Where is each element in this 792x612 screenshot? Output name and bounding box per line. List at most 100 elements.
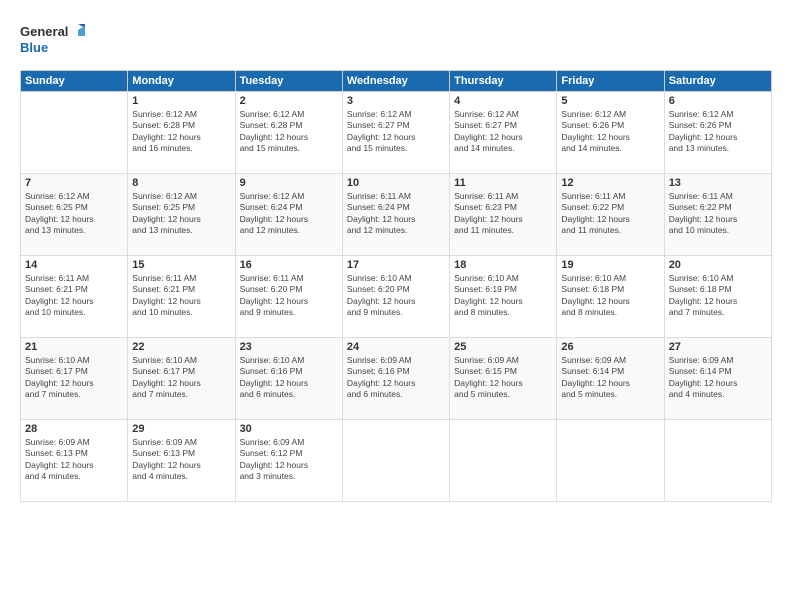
calendar-cell: 23 Sunrise: 6:10 AM Sunset: 6:16 PM Dayli…: [235, 338, 342, 420]
day-info: Sunrise: 6:12 AM Sunset: 6:28 PM Dayligh…: [132, 109, 230, 155]
day-info: Sunrise: 6:11 AM Sunset: 6:22 PM Dayligh…: [669, 191, 767, 237]
calendar-cell: 21 Sunrise: 6:10 AM Sunset: 6:17 PM Dayli…: [21, 338, 128, 420]
day-info: Sunrise: 6:11 AM Sunset: 6:20 PM Dayligh…: [240, 273, 338, 319]
weekday-header-friday: Friday: [557, 71, 664, 92]
day-number: 13: [669, 177, 767, 189]
day-info: Sunrise: 6:12 AM Sunset: 6:25 PM Dayligh…: [25, 191, 123, 237]
calendar-cell: 16 Sunrise: 6:11 AM Sunset: 6:20 PM Dayli…: [235, 256, 342, 338]
calendar-cell: 24 Sunrise: 6:09 AM Sunset: 6:16 PM Dayli…: [342, 338, 449, 420]
logo-svg: General Blue: [20, 18, 90, 60]
calendar-cell: 19Sunrise: 6:10 AM Sunset: 6:18 PM Dayli…: [557, 256, 664, 338]
day-info: Sunrise: 6:11 AM Sunset: 6:21 PM Dayligh…: [132, 273, 230, 319]
day-number: 3: [347, 95, 445, 107]
calendar-cell: 8Sunrise: 6:12 AM Sunset: 6:25 PM Daylig…: [128, 174, 235, 256]
calendar-cell: 22 Sunrise: 6:10 AM Sunset: 6:17 PM Dayli…: [128, 338, 235, 420]
week-row-1: 1 Sunrise: 6:12 AM Sunset: 6:28 PM Daylig…: [21, 92, 772, 174]
calendar-cell: 3 Sunrise: 6:12 AM Sunset: 6:27 PM Daylig…: [342, 92, 449, 174]
calendar-cell: [21, 92, 128, 174]
day-number: 26: [561, 341, 659, 353]
day-number: 12: [561, 177, 659, 189]
day-info: Sunrise: 6:10 AM Sunset: 6:18 PM Dayligh…: [561, 273, 659, 319]
weekday-header-tuesday: Tuesday: [235, 71, 342, 92]
day-number: 23: [240, 341, 338, 353]
day-info: Sunrise: 6:10 AM Sunset: 6:17 PM Dayligh…: [25, 355, 123, 401]
day-info: Sunrise: 6:12 AM Sunset: 6:28 PM Dayligh…: [240, 109, 338, 155]
week-row-4: 21 Sunrise: 6:10 AM Sunset: 6:17 PM Dayli…: [21, 338, 772, 420]
day-info: Sunrise: 6:12 AM Sunset: 6:27 PM Dayligh…: [347, 109, 445, 155]
weekday-header-monday: Monday: [128, 71, 235, 92]
day-info: Sunrise: 6:09 AM Sunset: 6:15 PM Dayligh…: [454, 355, 552, 401]
calendar-cell: 1 Sunrise: 6:12 AM Sunset: 6:28 PM Daylig…: [128, 92, 235, 174]
day-info: Sunrise: 6:09 AM Sunset: 6:13 PM Dayligh…: [25, 437, 123, 483]
logo: General Blue: [20, 18, 90, 60]
calendar-cell: [450, 420, 557, 502]
calendar-cell: [557, 420, 664, 502]
calendar-cell: [342, 420, 449, 502]
day-number: 2: [240, 95, 338, 107]
day-number: 10: [347, 177, 445, 189]
day-info: Sunrise: 6:09 AM Sunset: 6:13 PM Dayligh…: [132, 437, 230, 483]
day-info: Sunrise: 6:10 AM Sunset: 6:19 PM Dayligh…: [454, 273, 552, 319]
week-row-2: 7 Sunrise: 6:12 AM Sunset: 6:25 PM Daylig…: [21, 174, 772, 256]
calendar-cell: 4Sunrise: 6:12 AM Sunset: 6:27 PM Daylig…: [450, 92, 557, 174]
calendar-cell: 9Sunrise: 6:12 AM Sunset: 6:24 PM Daylig…: [235, 174, 342, 256]
day-info: Sunrise: 6:10 AM Sunset: 6:18 PM Dayligh…: [669, 273, 767, 319]
day-number: 20: [669, 259, 767, 271]
calendar-cell: 2 Sunrise: 6:12 AM Sunset: 6:28 PM Daylig…: [235, 92, 342, 174]
day-info: Sunrise: 6:10 AM Sunset: 6:17 PM Dayligh…: [132, 355, 230, 401]
day-info: Sunrise: 6:10 AM Sunset: 6:16 PM Dayligh…: [240, 355, 338, 401]
page: General Blue SundayMondayTuesdayWednesda…: [0, 0, 792, 612]
week-row-5: 28Sunrise: 6:09 AM Sunset: 6:13 PM Dayli…: [21, 420, 772, 502]
weekday-header-saturday: Saturday: [664, 71, 771, 92]
day-info: Sunrise: 6:12 AM Sunset: 6:27 PM Dayligh…: [454, 109, 552, 155]
day-number: 1: [132, 95, 230, 107]
day-number: 7: [25, 177, 123, 189]
day-number: 15: [132, 259, 230, 271]
calendar: SundayMondayTuesdayWednesdayThursdayFrid…: [20, 70, 772, 502]
day-info: Sunrise: 6:11 AM Sunset: 6:23 PM Dayligh…: [454, 191, 552, 237]
svg-text:General: General: [20, 24, 68, 39]
weekday-header-wednesday: Wednesday: [342, 71, 449, 92]
day-number: 22: [132, 341, 230, 353]
day-number: 17: [347, 259, 445, 271]
day-info: Sunrise: 6:11 AM Sunset: 6:21 PM Dayligh…: [25, 273, 123, 319]
calendar-cell: 13 Sunrise: 6:11 AM Sunset: 6:22 PM Dayli…: [664, 174, 771, 256]
calendar-cell: 28Sunrise: 6:09 AM Sunset: 6:13 PM Dayli…: [21, 420, 128, 502]
day-info: Sunrise: 6:10 AM Sunset: 6:20 PM Dayligh…: [347, 273, 445, 319]
day-number: 24: [347, 341, 445, 353]
calendar-cell: 29 Sunrise: 6:09 AM Sunset: 6:13 PM Dayli…: [128, 420, 235, 502]
calendar-cell: 15 Sunrise: 6:11 AM Sunset: 6:21 PM Dayli…: [128, 256, 235, 338]
day-info: Sunrise: 6:09 AM Sunset: 6:14 PM Dayligh…: [561, 355, 659, 401]
day-number: 25: [454, 341, 552, 353]
day-info: Sunrise: 6:11 AM Sunset: 6:24 PM Dayligh…: [347, 191, 445, 237]
day-info: Sunrise: 6:11 AM Sunset: 6:22 PM Dayligh…: [561, 191, 659, 237]
calendar-cell: 5Sunrise: 6:12 AM Sunset: 6:26 PM Daylig…: [557, 92, 664, 174]
day-number: 16: [240, 259, 338, 271]
day-number: 18: [454, 259, 552, 271]
day-number: 6: [669, 95, 767, 107]
weekday-header-row: SundayMondayTuesdayWednesdayThursdayFrid…: [21, 71, 772, 92]
calendar-cell: [664, 420, 771, 502]
day-info: Sunrise: 6:12 AM Sunset: 6:26 PM Dayligh…: [561, 109, 659, 155]
calendar-cell: 27 Sunrise: 6:09 AM Sunset: 6:14 PM Dayli…: [664, 338, 771, 420]
calendar-cell: 26 Sunrise: 6:09 AM Sunset: 6:14 PM Dayli…: [557, 338, 664, 420]
calendar-cell: 20 Sunrise: 6:10 AM Sunset: 6:18 PM Dayli…: [664, 256, 771, 338]
day-info: Sunrise: 6:09 AM Sunset: 6:14 PM Dayligh…: [669, 355, 767, 401]
calendar-cell: 18 Sunrise: 6:10 AM Sunset: 6:19 PM Dayli…: [450, 256, 557, 338]
day-number: 29: [132, 423, 230, 435]
calendar-cell: 10 Sunrise: 6:11 AM Sunset: 6:24 PM Dayli…: [342, 174, 449, 256]
svg-text:Blue: Blue: [20, 40, 48, 55]
week-row-3: 14 Sunrise: 6:11 AM Sunset: 6:21 PM Dayli…: [21, 256, 772, 338]
day-number: 14: [25, 259, 123, 271]
calendar-cell: 25 Sunrise: 6:09 AM Sunset: 6:15 PM Dayli…: [450, 338, 557, 420]
calendar-cell: 6 Sunrise: 6:12 AM Sunset: 6:26 PM Daylig…: [664, 92, 771, 174]
day-info: Sunrise: 6:12 AM Sunset: 6:26 PM Dayligh…: [669, 109, 767, 155]
calendar-cell: 7 Sunrise: 6:12 AM Sunset: 6:25 PM Daylig…: [21, 174, 128, 256]
day-info: Sunrise: 6:12 AM Sunset: 6:25 PM Dayligh…: [132, 191, 230, 237]
day-info: Sunrise: 6:12 AM Sunset: 6:24 PM Dayligh…: [240, 191, 338, 237]
day-info: Sunrise: 6:09 AM Sunset: 6:16 PM Dayligh…: [347, 355, 445, 401]
day-number: 21: [25, 341, 123, 353]
weekday-header-sunday: Sunday: [21, 71, 128, 92]
day-number: 27: [669, 341, 767, 353]
calendar-cell: 30Sunrise: 6:09 AM Sunset: 6:12 PM Dayli…: [235, 420, 342, 502]
